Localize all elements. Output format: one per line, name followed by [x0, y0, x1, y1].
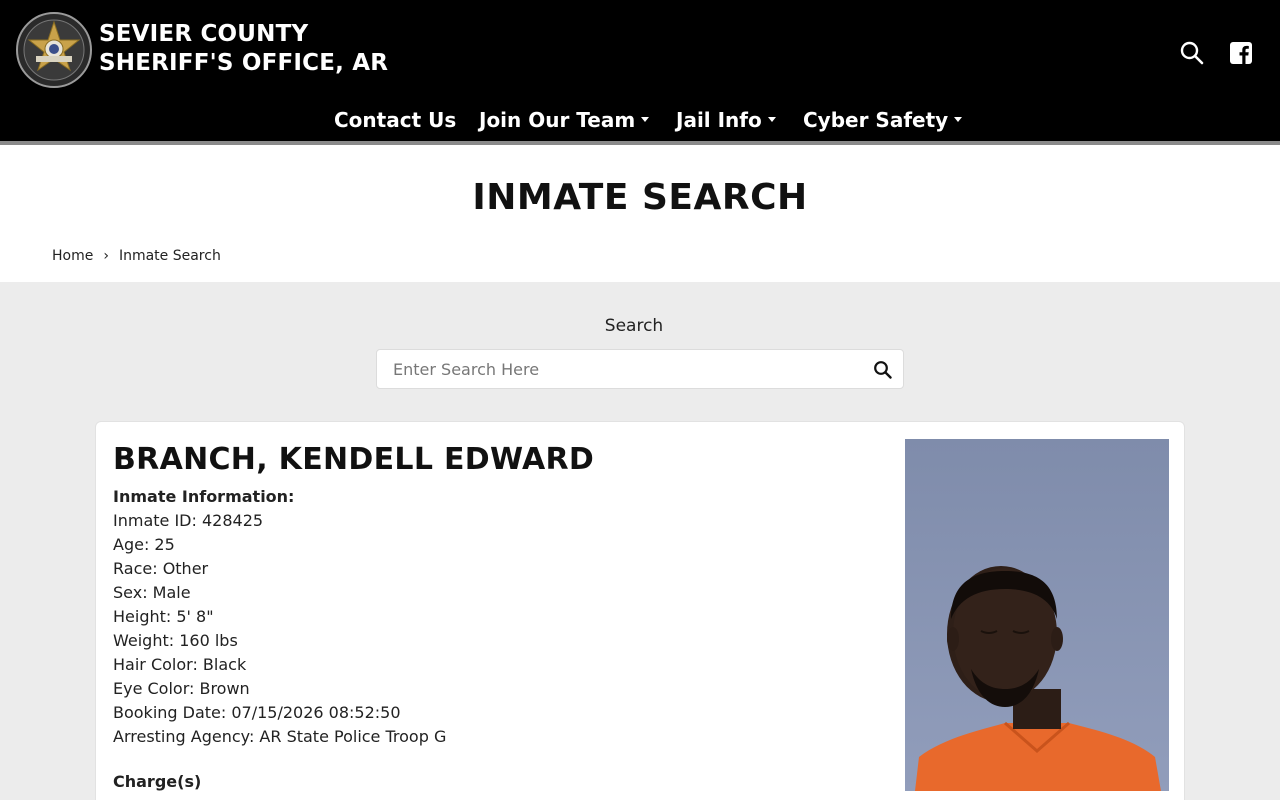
breadcrumb-current: Inmate Search: [118, 248, 221, 264]
site-title-line-1: SEVIER COUNTY: [99, 21, 309, 47]
breadcrumb-home-link[interactable]: Home: [52, 248, 93, 264]
search-input[interactable]: [377, 350, 857, 388]
nav-item-label: Cyber Safety: [803, 108, 949, 132]
nav-item-label: Join Our Team: [479, 108, 636, 132]
inmate-sex: Sex: Male: [113, 583, 191, 602]
facebook-icon[interactable]: [1228, 40, 1254, 66]
nav-item-cyber-safety[interactable]: Cyber Safety: [803, 104, 963, 136]
search-label: Search: [604, 316, 664, 336]
main-nav: Contact Us Join Our Team Jail Info Cyber…: [0, 104, 1280, 138]
inmate-race: Race: Other: [113, 559, 209, 578]
breadcrumb: Home › Inmate Search: [52, 248, 221, 264]
inmate-mugshot-photo[interactable]: [905, 439, 1169, 791]
charges-heading: Charge(s): [113, 772, 202, 791]
breadcrumb-separator: ›: [103, 248, 109, 264]
site-title-line-2: SHERIFF'S OFFICE, AR: [99, 50, 389, 76]
inmate-arresting-agency: Arresting Agency: AR State Police Troop …: [113, 727, 447, 746]
inmate-weight: Weight: 160 lbs: [113, 631, 238, 650]
inmate-height: Height: 5' 8": [113, 607, 214, 626]
inmate-card: BRANCH, KENDELL EDWARD Inmate Informatio…: [95, 421, 1185, 800]
nav-item-label: Contact Us: [334, 108, 457, 132]
inmate-booking-date: Booking Date: 07/15/2026 08:52:50: [113, 703, 401, 722]
inmate-name: BRANCH, KENDELL EDWARD: [113, 442, 595, 477]
nav-item-label: Jail Info: [676, 108, 762, 132]
title-band: INMATE SEARCH Home › Inmate Search: [0, 145, 1280, 282]
caret-down-icon: [767, 117, 776, 122]
site-header: SEVIER COUNTY SHERIFF'S OFFICE, AR Conta…: [0, 0, 1280, 145]
caret-down-icon: [954, 117, 963, 122]
nav-item-jail-info[interactable]: Jail Info: [676, 104, 776, 136]
nav-item-join-our-team[interactable]: Join Our Team: [479, 104, 650, 136]
inmate-id: Inmate ID: 428425: [113, 511, 264, 530]
sheriff-badge-logo[interactable]: [16, 12, 92, 88]
search-icon[interactable]: [1179, 40, 1205, 66]
page-title: INMATE SEARCH: [472, 177, 808, 218]
inmate-info: Inmate Information: Inmate ID: 428425 Ag…: [113, 485, 446, 749]
site-title[interactable]: SEVIER COUNTY SHERIFF'S OFFICE, AR: [99, 20, 388, 78]
inmate-age: Age: 25: [113, 535, 175, 554]
inmate-eye-color: Eye Color: Brown: [113, 679, 250, 698]
caret-down-icon: [641, 117, 650, 122]
inmate-info-heading: Inmate Information:: [113, 487, 295, 506]
nav-item-contact-us[interactable]: Contact Us: [334, 104, 456, 136]
search-box: [376, 349, 904, 389]
search-submit-icon[interactable]: [873, 360, 893, 380]
inmate-hair-color: Hair Color: Black: [113, 655, 247, 674]
